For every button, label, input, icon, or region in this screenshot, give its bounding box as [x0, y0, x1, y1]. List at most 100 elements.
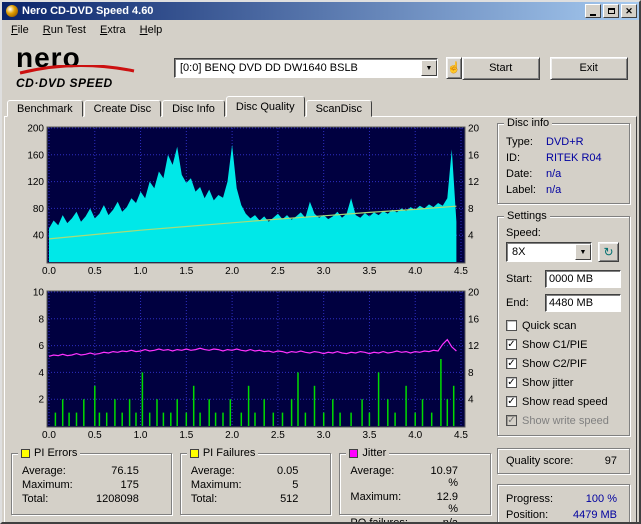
refresh-icon: ↻: [603, 245, 614, 259]
checkbox-label: Show C2/PIF: [522, 357, 587, 370]
svg-text:0.5: 0.5: [88, 430, 102, 441]
stat-value: 175: [120, 479, 139, 491]
start-button[interactable]: Start: [461, 56, 540, 80]
svg-text:1.0: 1.0: [134, 430, 148, 441]
stat-label: Maximum:: [22, 479, 73, 491]
tab-disc-info[interactable]: Disc Info: [162, 100, 225, 117]
drive-select[interactable]: [0:0] BENQ DVD DD DW1640 BSLB ▼: [174, 58, 438, 78]
minimize-button[interactable]: [585, 4, 601, 18]
jitter-color-swatch: [349, 449, 359, 458]
pi-errors-chart: 40 80 120 160 200 4 8 12 16 20 0.0 0.5 1.0 1.5 2.0 2.5 3…: [27, 124, 480, 278]
show-jitter-checkbox[interactable]: ✓: [506, 377, 517, 388]
svg-text:20: 20: [468, 124, 480, 135]
tab-benchmark[interactable]: Benchmark: [7, 100, 83, 117]
checkbox-show-c1-pie[interactable]: ✓ Show C1/PIE: [502, 335, 625, 354]
disc-quality-page: 40 80 120 160 200 4 8 12 16 20 0.0 0.5 1.0 1.5 2.0 2.5 3…: [4, 116, 637, 522]
app-window: Nero CD-DVD Speed 4.60 ✕ File Run Test E…: [0, 0, 641, 524]
svg-text:2.0: 2.0: [225, 266, 239, 277]
svg-text:12: 12: [468, 341, 480, 352]
side-panel: Disc info Type: DVD+R ID: RITEK R04 Date: n…: [491, 117, 634, 522]
settings-title: Settings: [507, 210, 547, 222]
svg-text:3.0: 3.0: [317, 266, 331, 277]
pi-errors-stats-group: PI Errors Average: 76.15 Maximum: 175 Tota…: [11, 447, 172, 515]
menu-run-test[interactable]: Run Test: [36, 22, 93, 38]
svg-text:6: 6: [38, 341, 44, 352]
svg-text:4.0: 4.0: [408, 430, 422, 441]
close-button[interactable]: ✕: [621, 4, 637, 18]
chevron-down-icon: ▼: [425, 64, 433, 72]
tab-disc-quality[interactable]: Disc Quality: [225, 96, 305, 117]
svg-text:8: 8: [468, 204, 474, 215]
svg-text:4: 4: [468, 395, 474, 406]
start-label: Start:: [506, 273, 533, 285]
show-c2-pif-checkbox[interactable]: ✓: [506, 358, 517, 369]
drive-select-value: [0:0] BENQ DVD DD DW1640 BSLB: [180, 62, 358, 74]
tab-scandisc[interactable]: ScanDisc: [305, 100, 373, 117]
show-c1-pie-checkbox[interactable]: ✓: [506, 339, 517, 350]
stat-label: PO failures:: [350, 517, 408, 524]
show-read-speed-checkbox[interactable]: ✓: [506, 396, 517, 407]
svg-text:3.0: 3.0: [317, 430, 331, 441]
stat-value: 10.97 %: [430, 465, 459, 489]
speed-select-arrow-button[interactable]: ▼: [575, 244, 591, 260]
menu-file[interactable]: File: [4, 22, 36, 38]
pi-failures-color-swatch: [189, 449, 199, 458]
tab-bar: Benchmark Create Disc Disc Info Disc Qua…: [2, 96, 639, 117]
chevron-down-icon: ▼: [579, 248, 587, 256]
stat-label: Maximum:: [190, 479, 242, 491]
svg-text:16: 16: [468, 314, 480, 325]
svg-text:3.5: 3.5: [362, 430, 376, 441]
stat-value: 1208098: [96, 493, 139, 505]
checkbox-show-jitter[interactable]: ✓ Show jitter: [502, 373, 625, 392]
stat-value: 5: [292, 479, 299, 491]
start-position-field[interactable]: [545, 270, 621, 288]
tab-create-disc[interactable]: Create Disc: [83, 100, 162, 117]
progress-value: 100 %: [585, 493, 617, 505]
checkbox-show-read-speed[interactable]: ✓ Show read speed: [502, 392, 625, 411]
drive-select-arrow-button[interactable]: ▼: [421, 60, 437, 76]
checkbox-label: Show jitter: [522, 376, 574, 389]
charts-column: 40 80 120 160 200 4 8 12 16 20 0.0 0.5 1.0 1.5 2.0 2.5 3…: [9, 123, 492, 522]
progress-group: Progress:100 % Position:4479 MB Speed:8.…: [497, 484, 630, 522]
svg-text:2: 2: [38, 395, 44, 406]
close-icon: ✕: [625, 5, 633, 16]
stat-label: Total:: [22, 493, 49, 505]
stat-value: 512: [280, 493, 299, 505]
svg-text:1.0: 1.0: [134, 266, 148, 277]
speed-select[interactable]: 8X ▼: [506, 242, 592, 262]
svg-text:0.0: 0.0: [42, 266, 56, 277]
exit-button[interactable]: Exit: [549, 56, 628, 80]
svg-text:4.0: 4.0: [408, 266, 422, 277]
disc-type-value: DVD+R: [546, 136, 584, 148]
svg-text:40: 40: [33, 231, 45, 242]
jitter-stats-title: Jitter: [362, 447, 387, 459]
disc-info-group: Disc info Type: DVD+R ID: RITEK R04 Date: n…: [497, 117, 630, 204]
quick-scan-checkbox[interactable]: [506, 320, 517, 331]
disc-label-label: Label:: [506, 184, 536, 196]
progress-label: Progress:: [506, 493, 554, 505]
stat-label: Average:: [22, 465, 66, 477]
pi-errors-color-swatch: [21, 449, 30, 458]
svg-text:20: 20: [468, 288, 480, 299]
select-drive-button[interactable]: ☝: [446, 57, 462, 79]
checkbox-quick-scan[interactable]: Quick scan: [502, 316, 625, 335]
menu-extra[interactable]: Extra: [93, 22, 133, 38]
checkbox-show-c2-pif[interactable]: ✓ Show C2/PIF: [502, 354, 625, 373]
titlebar[interactable]: Nero CD-DVD Speed 4.60 ✕: [2, 2, 639, 20]
speed-select-value: 8X: [512, 246, 526, 258]
end-position-field[interactable]: [545, 294, 621, 312]
menu-help[interactable]: Help: [133, 22, 170, 38]
checkbox-show-write-speed: ✓ Show write speed: [502, 411, 625, 430]
disc-id-label: ID:: [506, 152, 521, 164]
statistics-row: PI Errors Average: 76.15 Maximum: 175 Tota…: [9, 447, 492, 522]
svg-text:2.0: 2.0: [225, 430, 239, 441]
quality-score-label: Quality score:: [506, 455, 574, 467]
maximize-button[interactable]: [603, 4, 619, 18]
refresh-speed-button[interactable]: ↻: [598, 242, 619, 262]
position-label: Position:: [506, 509, 549, 521]
checkbox-label: Quick scan: [522, 319, 577, 332]
svg-text:4: 4: [38, 368, 44, 379]
svg-text:8: 8: [468, 368, 474, 379]
svg-text:200: 200: [27, 124, 44, 135]
svg-text:16: 16: [468, 150, 480, 161]
